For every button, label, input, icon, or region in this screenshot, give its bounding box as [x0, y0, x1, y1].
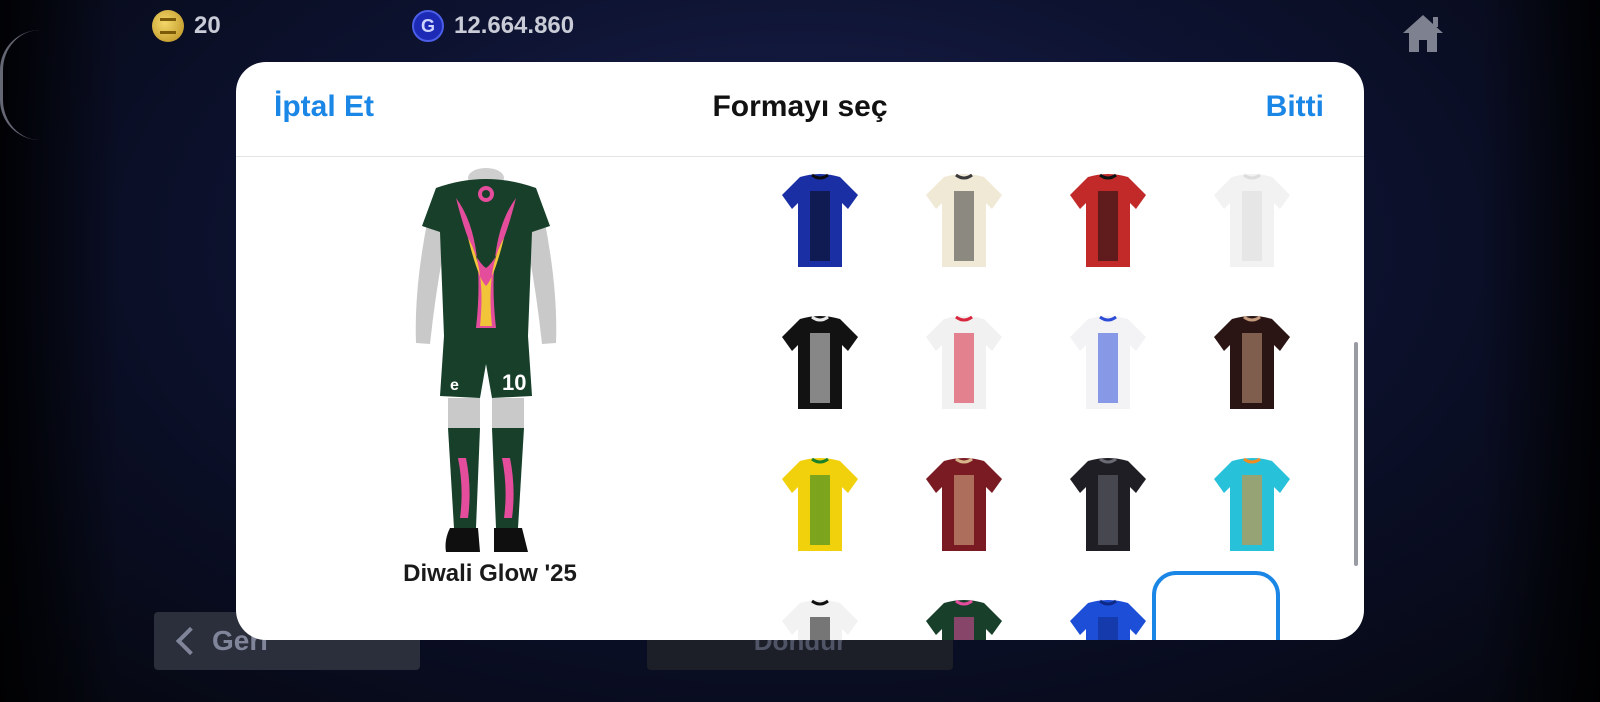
kit-preview-figure: 10 e	[415, 168, 557, 552]
gp-value: 12.664.860	[454, 12, 575, 39]
kit-white-red[interactable]	[924, 313, 1004, 413]
kit-black-white-vertical[interactable]	[780, 597, 860, 640]
kit-shirt-icon	[782, 599, 858, 640]
gp-balance: G 12.664.860	[412, 10, 574, 42]
kit-select-modal: İptal Et Formayı seç Bitti 10 e Diwali G…	[236, 62, 1364, 640]
coin-value: 20	[194, 12, 221, 39]
kit-white-blue-red[interactable]	[1068, 313, 1148, 413]
selected-kit-name: Diwali Glow '25	[403, 560, 577, 587]
kit-grid	[776, 157, 1336, 640]
kit-dark-brown-stripes[interactable]	[1212, 313, 1292, 413]
kit-shirt-icon	[782, 315, 858, 409]
kit-yellow-green[interactable]	[780, 455, 860, 555]
preview-shorts-number: 10	[502, 370, 526, 395]
kit-shirt-icon	[1214, 457, 1290, 551]
kit-shirt-icon	[926, 173, 1002, 267]
done-button[interactable]: Bitti	[1266, 90, 1324, 124]
svg-text:e: e	[450, 377, 459, 394]
home-icon[interactable]	[1400, 12, 1446, 54]
kit-white-plain[interactable]	[1212, 171, 1292, 271]
kit-cyan-orange[interactable]	[1212, 455, 1292, 555]
kit-diwali-glow[interactable]	[924, 597, 1004, 640]
chevron-left-icon	[175, 626, 205, 656]
kit-shirt-icon	[1070, 599, 1146, 640]
kit-shirt-icon	[782, 173, 858, 267]
kit-shirt-icon	[1070, 173, 1146, 267]
kit-shirt-icon	[1214, 315, 1290, 409]
selection-ring	[1152, 571, 1280, 640]
kit-shirt-icon	[1070, 315, 1146, 409]
kit-shirt-icon	[1070, 457, 1146, 551]
kit-shirt-icon	[926, 457, 1002, 551]
scrollbar-thumb[interactable]	[1354, 342, 1358, 566]
gp-icon: G	[412, 10, 444, 42]
kit-shirt-icon	[926, 599, 1002, 640]
modal-header: İptal Et Formayı seç Bitti	[236, 62, 1364, 157]
kit-bayern-maroon[interactable]	[924, 455, 1004, 555]
kit-shirt-icon	[782, 457, 858, 551]
coin-balance: 20	[152, 10, 221, 42]
kit-shirt-icon	[926, 315, 1002, 409]
kit-bayern-black[interactable]	[1068, 455, 1148, 555]
modal-title: Formayı seç	[712, 90, 888, 123]
coin-icon	[152, 10, 184, 42]
kit-blue-pattern[interactable]	[1068, 597, 1148, 640]
kit-red-black[interactable]	[1068, 171, 1148, 271]
kit-inter-stripes[interactable]	[780, 171, 860, 271]
kit-black-white-sleeves[interactable]	[780, 313, 860, 413]
kit-cream-pattern[interactable]	[924, 171, 1004, 271]
kit-shirt-icon	[1214, 173, 1290, 267]
